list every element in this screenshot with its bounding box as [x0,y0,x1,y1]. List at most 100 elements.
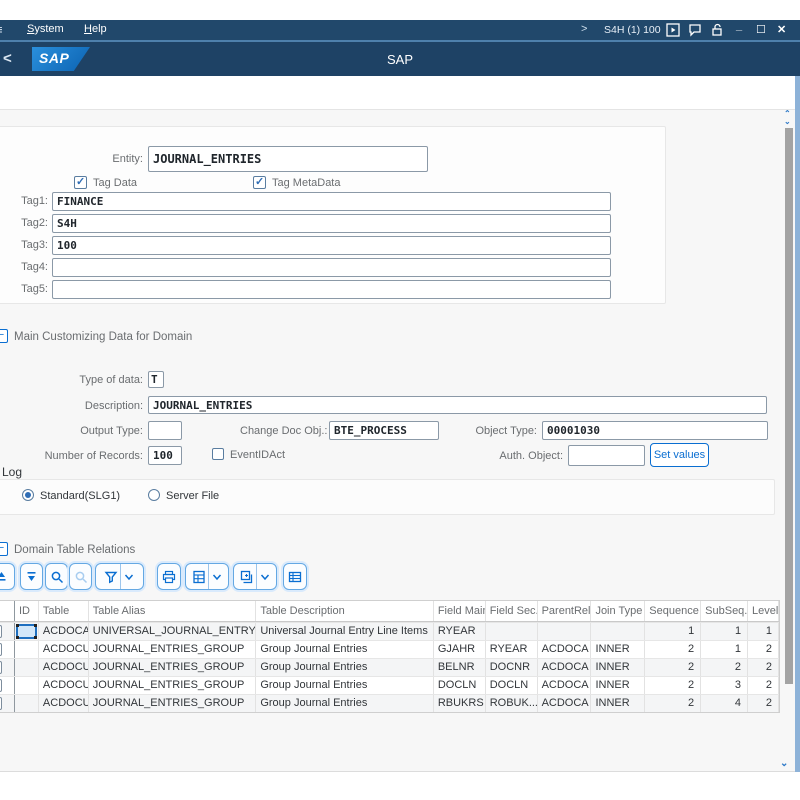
table-cell[interactable]: Group Journal Entries [256,695,434,712]
table-cell[interactable]: ACDOCU [39,695,89,712]
column-header-join-type[interactable]: Join Type [591,601,645,621]
scroll-down-icon[interactable]: ⌄ [784,117,791,126]
table-cell[interactable]: RBUKRS [434,695,486,712]
tag2-field[interactable] [52,214,611,233]
table-cell[interactable]: DOCNR [486,659,538,676]
table-cell[interactable]: 2 [645,695,701,712]
num-records-field[interactable] [148,446,182,465]
radio-standard-slg1[interactable] [22,489,34,501]
chevron-right-icon[interactable]: > [581,23,587,35]
column-header-level[interactable]: Level [748,601,779,621]
gui-actions-icon[interactable] [666,23,680,37]
column-header-table-alias[interactable]: Table Alias [89,601,257,621]
table-cell[interactable] [591,623,645,640]
table-cell[interactable]: ACDOCA [538,641,592,658]
column-header-parentrel[interactable]: ParentRel [538,601,592,621]
table-settings-button[interactable] [283,563,307,590]
type-of-data-field[interactable] [148,371,164,388]
maximize-icon[interactable]: ☐ [756,23,766,36]
change-doc-field[interactable] [329,421,439,440]
table-cell[interactable]: JOURNAL_ENTRIES_GROUP [89,695,257,712]
table-cell[interactable]: ACDOCU [39,659,89,676]
row-select-cell[interactable] [0,641,15,658]
table-cell[interactable]: BELNR [434,659,486,676]
table-cell[interactable]: 1 [748,623,779,640]
table-cell[interactable]: INNER [591,695,645,712]
table-cell[interactable]: 2 [645,659,701,676]
table-cell[interactable] [15,659,39,676]
table-row[interactable]: ACDOCUJOURNAL_ENTRIES_GROUPGroup Journal… [0,694,779,712]
sort-ascending-button[interactable] [0,563,15,590]
column-header-id[interactable]: ID [15,601,39,621]
row-select-cell[interactable] [0,677,15,694]
table-cell[interactable]: 2 [748,659,779,676]
table-cell[interactable]: Group Journal Entries [256,677,434,694]
table-cell[interactable]: 3 [701,677,748,694]
search-next-button[interactable] [69,563,92,590]
unlock-icon[interactable] [710,23,724,37]
row-select-cell[interactable] [0,623,15,640]
table-cell[interactable]: ROBUK... [486,695,538,712]
table-cell[interactable]: ACDOCA [39,623,89,640]
tag5-field[interactable] [52,280,611,299]
filter-split-button[interactable] [95,563,144,590]
menu-item-help[interactable]: Help [84,23,107,35]
print-button[interactable] [157,563,181,590]
set-values-button[interactable]: Set values [650,443,709,467]
table-cell[interactable]: JOURNAL_ENTRIES_GROUP [89,677,257,694]
column-header-table[interactable]: Table [39,601,89,621]
minimize-icon[interactable]: _ [736,20,742,32]
auth-object-field[interactable] [568,445,645,466]
column-header-subseq-[interactable]: SubSeq. [701,601,748,621]
table-cell[interactable]: ACDOCU [39,641,89,658]
output-type-field[interactable] [148,421,182,440]
table-cell[interactable]: DOCLN [434,677,486,694]
column-header-field-sec-[interactable]: Field Sec. [486,601,538,621]
table-cell[interactable]: 1 [645,623,701,640]
column-header-sequence[interactable]: Sequence [645,601,701,621]
row-checkbox[interactable] [0,679,2,692]
row-checkbox[interactable] [0,661,2,674]
menu-item-system[interactable]: System [27,23,64,35]
table-cell[interactable]: 2 [748,677,779,694]
table-cell[interactable]: RYEAR [434,623,486,640]
chevron-down-icon[interactable] [259,571,271,583]
table-cell[interactable]: RYEAR [486,641,538,658]
row-checkbox[interactable] [0,697,2,710]
chevron-down-icon[interactable] [211,571,223,583]
chevron-down-icon[interactable] [123,571,135,583]
scroll-bottom-icon[interactable]: ⌄ [780,758,788,769]
description-field[interactable] [148,396,767,414]
hamburger-icon[interactable]: ≡ [0,22,3,37]
table-cell[interactable]: 1 [701,641,748,658]
tag4-field[interactable] [52,258,611,277]
entity-field[interactable] [148,146,428,172]
row-select-cell[interactable] [0,695,15,712]
table-row[interactable]: ACDOCUJOURNAL_ENTRIES_GROUPGroup Journal… [0,676,779,694]
close-icon[interactable]: ✕ [777,23,786,36]
table-cell[interactable]: Group Journal Entries [256,641,434,658]
table-cell[interactable]: Group Journal Entries [256,659,434,676]
table-cell[interactable]: 2 [645,641,701,658]
table-cell[interactable] [15,677,39,694]
table-cell[interactable]: ACDOCA [538,659,592,676]
table-cell[interactable]: ACDOCA [538,677,592,694]
table-cell[interactable]: JOURNAL_ENTRIES_GROUP [89,659,257,676]
table-cell[interactable] [486,623,538,640]
table-cell[interactable]: GJAHR [434,641,486,658]
tag-metadata-checkbox[interactable] [253,176,266,189]
table-cell[interactable]: 2 [645,677,701,694]
export-split-button[interactable] [185,563,229,590]
row-checkbox[interactable] [0,643,2,656]
table-cell[interactable]: DOCLN [486,677,538,694]
table-cell[interactable]: ACDOCA [538,695,592,712]
tag3-field[interactable] [52,236,611,255]
table-cell[interactable]: 2 [748,695,779,712]
collapse-relations-icon[interactable]: − [0,542,8,556]
table-cell[interactable] [538,623,592,640]
table-row[interactable]: ACDOCAUNIVERSAL_JOURNAL_ENTRYUniversal J… [0,622,779,640]
table-cell[interactable]: UNIVERSAL_JOURNAL_ENTRY [89,623,257,640]
view-split-button[interactable] [233,563,277,590]
row-select-cell[interactable] [0,659,15,676]
table-cell[interactable]: INNER [591,659,645,676]
